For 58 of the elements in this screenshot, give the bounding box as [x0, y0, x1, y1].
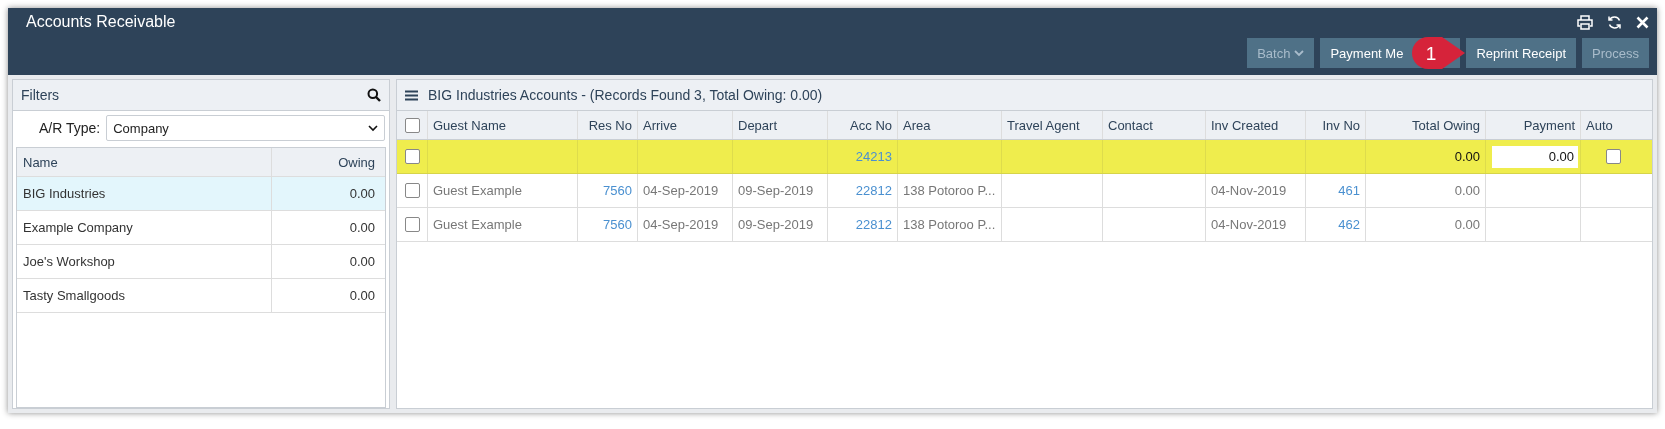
column-header: Depart [732, 111, 827, 139]
column-header: Owing [271, 148, 385, 176]
column-header: Area [897, 111, 1001, 139]
column-header: Inv Created [1205, 111, 1305, 139]
table-cell: Guest Example [433, 217, 522, 232]
search-icon[interactable] [367, 88, 381, 102]
company-row[interactable]: Tasty Smallgoods 0.00 [17, 279, 385, 313]
checkbox[interactable] [1606, 149, 1621, 164]
table-cell: 04-Nov-2019 [1211, 183, 1287, 198]
company-row[interactable]: Joe's Workshop 0.00 [17, 245, 385, 279]
payment-field[interactable]: 0.00 [1492, 145, 1578, 168]
column-header: Auto [1580, 111, 1646, 139]
table-cell: 138 Potoroo P... [903, 183, 996, 198]
column-header: Inv No [1305, 111, 1365, 139]
toolbar-button[interactable]: Reprint Receipt [1466, 38, 1577, 68]
column-header: Guest Name [427, 111, 577, 139]
column-header: Payment [1485, 111, 1580, 139]
table-cell: 04-Nov-2019 [1211, 217, 1287, 232]
menu-icon[interactable] [405, 89, 418, 101]
link[interactable]: 461 [1338, 183, 1360, 198]
column-header: Travel Agent [1001, 111, 1102, 139]
field-label: A/R Type: [39, 120, 101, 136]
table-cell: 138 Potoroo P... [903, 217, 996, 232]
close-icon[interactable] [1636, 15, 1649, 29]
link[interactable]: 462 [1338, 217, 1360, 232]
column-header: Name [22, 153, 59, 172]
company-row[interactable]: Example Company 0.00 [17, 211, 385, 245]
table-cell: 09-Sep-2019 [738, 217, 814, 232]
table-cell: 0.00 [1454, 217, 1480, 232]
column-header: Arrive [637, 111, 732, 139]
callout-badge: 1 [1412, 36, 1467, 70]
column-header: Contact [1102, 111, 1205, 139]
checkbox[interactable] [404, 183, 420, 198]
panel-title: BIG Industries Accounts - (Records Found 3, Total Owing: 0.00) [428, 87, 824, 103]
table-cell: Guest Example [433, 183, 522, 198]
table-cell: 04-Sep-2019 [643, 183, 719, 198]
link[interactable]: 7560 [603, 217, 632, 232]
window-title: Accounts Receivable [26, 13, 177, 31]
table-cell: 04-Sep-2019 [643, 217, 719, 232]
link[interactable]: 7560 [603, 183, 632, 198]
print-icon[interactable] [1577, 14, 1593, 30]
ar-type-dropdown[interactable]: Company [106, 115, 385, 141]
column-header: Acc No [827, 111, 897, 139]
table-cell: 09-Sep-2019 [738, 183, 814, 198]
checkbox[interactable] [404, 117, 420, 133]
checkbox[interactable] [404, 149, 420, 164]
column-header: Total Owing [1365, 111, 1485, 139]
link[interactable]: 22812 [855, 183, 892, 198]
table-cell: 0.00 [1454, 149, 1480, 164]
column-header: Res No [577, 111, 637, 139]
link[interactable]: 24213 [855, 149, 892, 164]
company-row[interactable]: BIG Industries 0.00 [17, 177, 385, 211]
panel-title: Filters [21, 87, 61, 103]
checkbox[interactable] [404, 217, 420, 232]
chevron-icon [368, 124, 378, 132]
table-cell: 0.00 [1454, 183, 1480, 198]
link[interactable]: 22812 [855, 217, 892, 232]
refresh-icon[interactable] [1607, 14, 1622, 30]
